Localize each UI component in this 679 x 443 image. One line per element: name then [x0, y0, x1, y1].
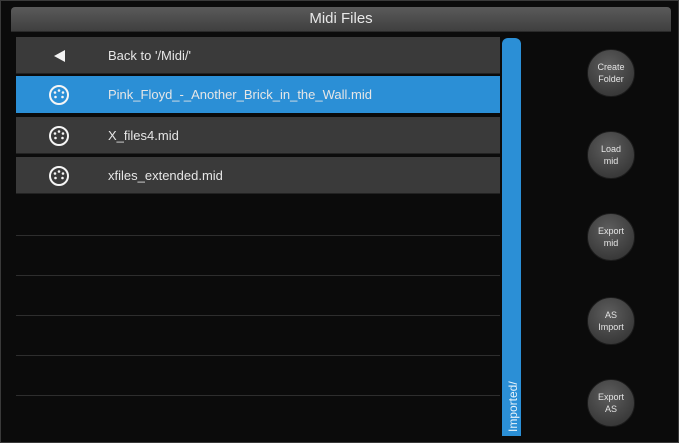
list-item[interactable]: X_files4.mid: [16, 117, 500, 154]
midi-connector-icon: [48, 84, 70, 106]
as-import-button[interactable]: AS Import: [587, 297, 635, 345]
file-name: Pink_Floyd_-_Another_Brick_in_the_Wall.m…: [108, 87, 372, 102]
empty-row: [16, 277, 500, 316]
back-row[interactable]: Back to '/Midi/': [16, 37, 500, 74]
list-item[interactable]: Pink_Floyd_-_Another_Brick_in_the_Wall.m…: [16, 76, 500, 113]
back-label: Back to '/Midi/': [108, 48, 191, 63]
empty-row: [16, 357, 500, 396]
file-name: X_files4.mid: [108, 128, 179, 143]
load-mid-button[interactable]: Load mid: [587, 131, 635, 179]
left-arrow-icon: [48, 45, 70, 67]
current-folder-label: Imported/: [506, 381, 520, 432]
file-name: xfiles_extended.mid: [108, 168, 223, 183]
midi-files-window: Midi Files Back to '/Midi/' Pink_Floyd_-…: [0, 0, 679, 443]
empty-row: [16, 197, 500, 236]
create-folder-button[interactable]: Create Folder: [587, 49, 635, 97]
export-mid-button[interactable]: Export mid: [587, 213, 635, 261]
window-title: Midi Files: [11, 7, 671, 32]
midi-connector-icon: [48, 125, 70, 147]
list-item[interactable]: xfiles_extended.mid: [16, 157, 500, 194]
export-as-button[interactable]: Export AS: [587, 379, 635, 427]
empty-row: [16, 237, 500, 276]
empty-row: [16, 317, 500, 356]
midi-connector-icon: [48, 165, 70, 187]
file-list: Back to '/Midi/' Pink_Floyd_-_Another_Br…: [16, 37, 500, 435]
